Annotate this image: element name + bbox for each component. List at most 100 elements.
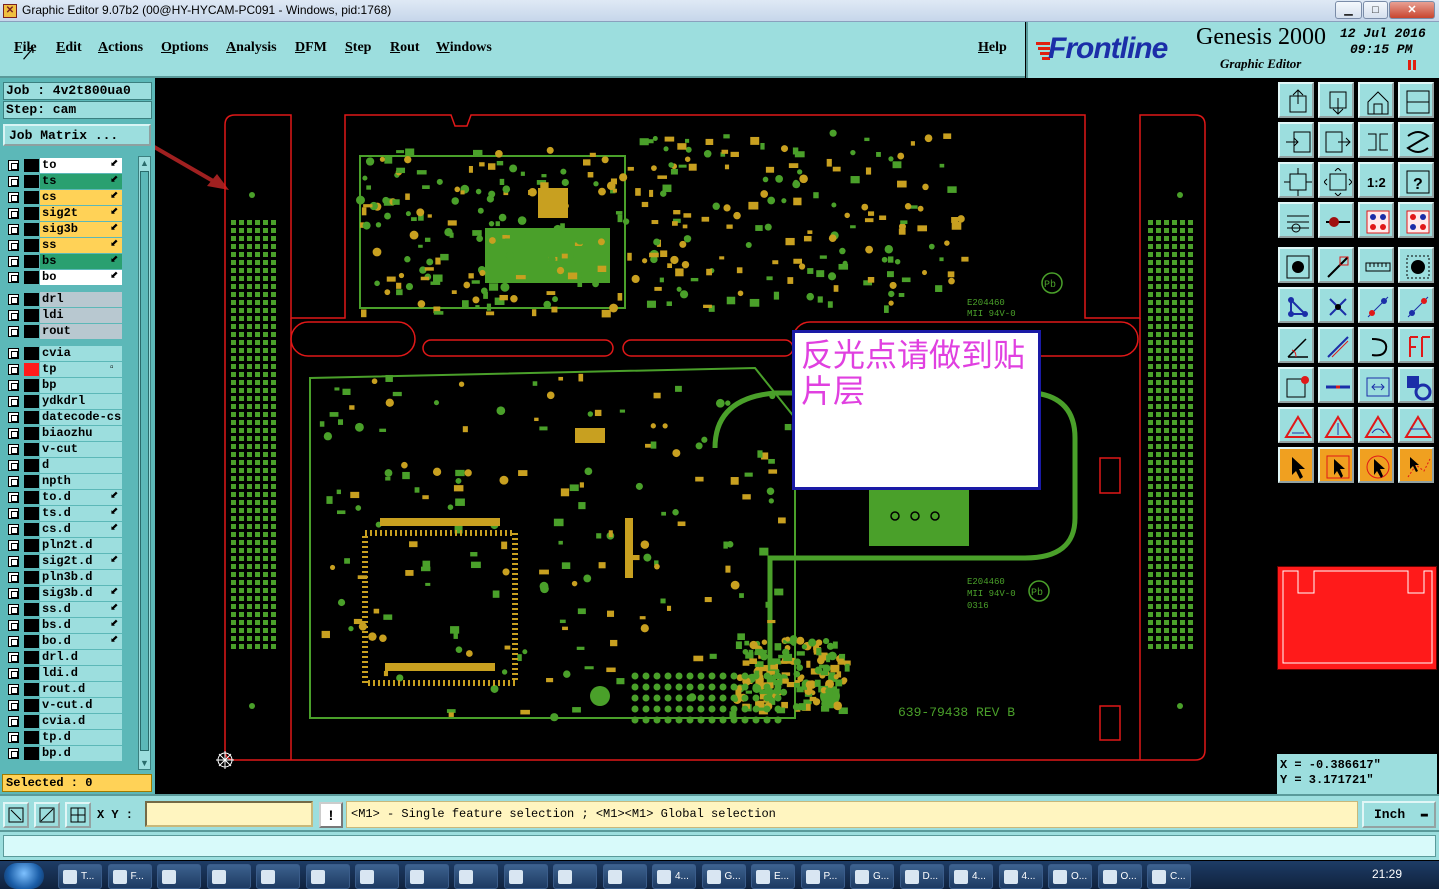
layer-row-cvia[interactable]: cvia: [4, 346, 136, 361]
layer-display-checkbox[interactable]: [8, 636, 19, 647]
fit-width-button[interactable]: [1278, 162, 1314, 198]
menu-help[interactable]: Help: [978, 40, 1007, 56]
layer-name[interactable]: drl: [40, 292, 122, 307]
taskbar-app-button[interactable]: [454, 864, 498, 889]
move-down-button[interactable]: [1318, 82, 1354, 118]
minimize-button[interactable]: ▁: [1335, 1, 1362, 19]
layer-row-datecode-cs[interactable]: datecode-cs: [4, 410, 136, 425]
layer-display-checkbox[interactable]: [8, 668, 19, 679]
layer-row-v-cut[interactable]: v-cut: [4, 442, 136, 457]
split-window-button[interactable]: [1398, 82, 1434, 118]
taskbar-app-button[interactable]: 4...: [998, 864, 1043, 889]
layer-display-checkbox[interactable]: [8, 684, 19, 695]
zoom-in-box-button[interactable]: [1278, 122, 1314, 158]
layer-display-checkbox[interactable]: [8, 364, 19, 375]
layer-row-rout[interactable]: rout: [4, 324, 136, 339]
layer-display-checkbox[interactable]: [8, 476, 19, 487]
layer-name[interactable]: rout: [40, 324, 122, 339]
scroll-thumb[interactable]: [140, 171, 149, 751]
taskbar-app-button[interactable]: [404, 864, 449, 889]
taskbar-app-button[interactable]: G...: [850, 864, 894, 889]
triangle-up-button[interactable]: [1318, 407, 1354, 443]
taskbar-app-button[interactable]: [503, 864, 548, 889]
triangle-button[interactable]: [1278, 407, 1314, 443]
arc-button[interactable]: [1358, 327, 1394, 363]
layer-row-drl[interactable]: drl: [4, 292, 136, 307]
home-button[interactable]: [1358, 82, 1394, 118]
zoom-out-box-button[interactable]: [1318, 122, 1354, 158]
layer-display-checkbox[interactable]: [8, 620, 19, 631]
taskbar-app-button[interactable]: G...: [701, 864, 746, 889]
group-button[interactable]: [1398, 367, 1434, 403]
layer-color-swatch[interactable]: [24, 683, 39, 696]
taskbar-app-button[interactable]: [355, 864, 399, 889]
layer-display-checkbox[interactable]: [8, 524, 19, 535]
taskbar-app-button[interactable]: [206, 864, 251, 889]
layer-color-swatch[interactable]: [24, 443, 39, 456]
layer-display-checkbox[interactable]: [8, 224, 19, 235]
layer-display-checkbox[interactable]: [8, 572, 19, 583]
layer-row-pln3b.d[interactable]: pln3b.d: [4, 570, 136, 585]
layer-row-cvia.d[interactable]: cvia.d: [4, 714, 136, 729]
layer-color-swatch[interactable]: [24, 411, 39, 424]
taskbar-app-button[interactable]: O...: [1097, 864, 1142, 889]
layer-display-checkbox[interactable]: [8, 192, 19, 203]
move-up-button[interactable]: [1278, 82, 1314, 118]
layer-color-swatch[interactable]: [24, 523, 39, 536]
redraw-button[interactable]: [1398, 122, 1434, 158]
line-button[interactable]: [1318, 247, 1354, 283]
layer-display-checkbox[interactable]: [8, 588, 19, 599]
start-button-icon[interactable]: [4, 863, 44, 889]
point-select-button[interactable]: [1278, 367, 1314, 403]
taskbar-app-button[interactable]: E...: [751, 864, 795, 889]
layer-row-rout.d[interactable]: rout.d: [4, 682, 136, 697]
layer-row-bs.d[interactable]: bs.d ⬋: [4, 618, 136, 633]
layer-display-checkbox[interactable]: [8, 732, 19, 743]
layer-display-checkbox[interactable]: [8, 428, 19, 439]
layer-display-checkbox[interactable]: [8, 652, 19, 663]
layer-display-checkbox[interactable]: [8, 556, 19, 567]
layer-color-swatch[interactable]: [24, 395, 39, 408]
layer-display-checkbox[interactable]: [8, 294, 19, 305]
layer-color-swatch[interactable]: [24, 571, 39, 584]
layer-display-checkbox[interactable]: [8, 160, 19, 171]
taskbar-app-button[interactable]: [157, 864, 201, 889]
layer-display-checkbox[interactable]: [8, 396, 19, 407]
layer-row-sig3b.d[interactable]: sig3b.d ⬋: [4, 586, 136, 601]
taskbar-app-button[interactable]: [602, 864, 647, 889]
layer-name[interactable]: cvia.d: [40, 714, 122, 729]
layer-row-d[interactable]: d: [4, 458, 136, 473]
layer-colors-button[interactable]: [1358, 202, 1394, 238]
layer-display-checkbox[interactable]: [8, 748, 19, 759]
maximize-button[interactable]: □: [1363, 1, 1388, 19]
taskbar-app-button[interactable]: T...: [58, 864, 102, 889]
layer-color-swatch[interactable]: [24, 427, 39, 440]
measure-button[interactable]: [1278, 202, 1314, 238]
layer-row-ydkdrl[interactable]: ydkdrl: [4, 394, 136, 409]
layer-display-checkbox[interactable]: [8, 508, 19, 519]
layer-display-checkbox[interactable]: [8, 326, 19, 337]
layer-color-swatch[interactable]: [24, 715, 39, 728]
layer-color-swatch[interactable]: [24, 587, 39, 600]
layer-row-biaozhu[interactable]: biaozhu: [4, 426, 136, 441]
taskbar-app-button[interactable]: [553, 864, 597, 889]
layer-row-sig3b[interactable]: sig3b ⬋: [4, 222, 136, 237]
taskbar-app-button[interactable]: [256, 864, 300, 889]
layer-color-swatch[interactable]: [24, 239, 39, 252]
layer-name[interactable]: datecode-cs: [40, 410, 122, 425]
layer-color-swatch[interactable]: [24, 539, 39, 552]
layer-name[interactable]: bp.d: [40, 746, 122, 761]
layer-color-swatch[interactable]: [24, 191, 39, 204]
layer-name[interactable]: rout.d: [40, 682, 122, 697]
pointer-box-button[interactable]: [1318, 447, 1354, 483]
layer-color-swatch[interactable]: [24, 325, 39, 338]
layer-color-swatch[interactable]: [24, 555, 39, 568]
pad-button[interactable]: [1278, 247, 1314, 283]
layer-name[interactable]: d: [40, 458, 122, 473]
layer-color-swatch[interactable]: [24, 293, 39, 306]
layer-row-tp.d[interactable]: tp.d: [4, 730, 136, 745]
layer-name[interactable]: bp: [40, 378, 122, 393]
snap-button[interactable]: [1318, 202, 1354, 238]
layer-color-swatch[interactable]: [24, 223, 39, 236]
zoom-fit-button[interactable]: [1358, 367, 1394, 403]
